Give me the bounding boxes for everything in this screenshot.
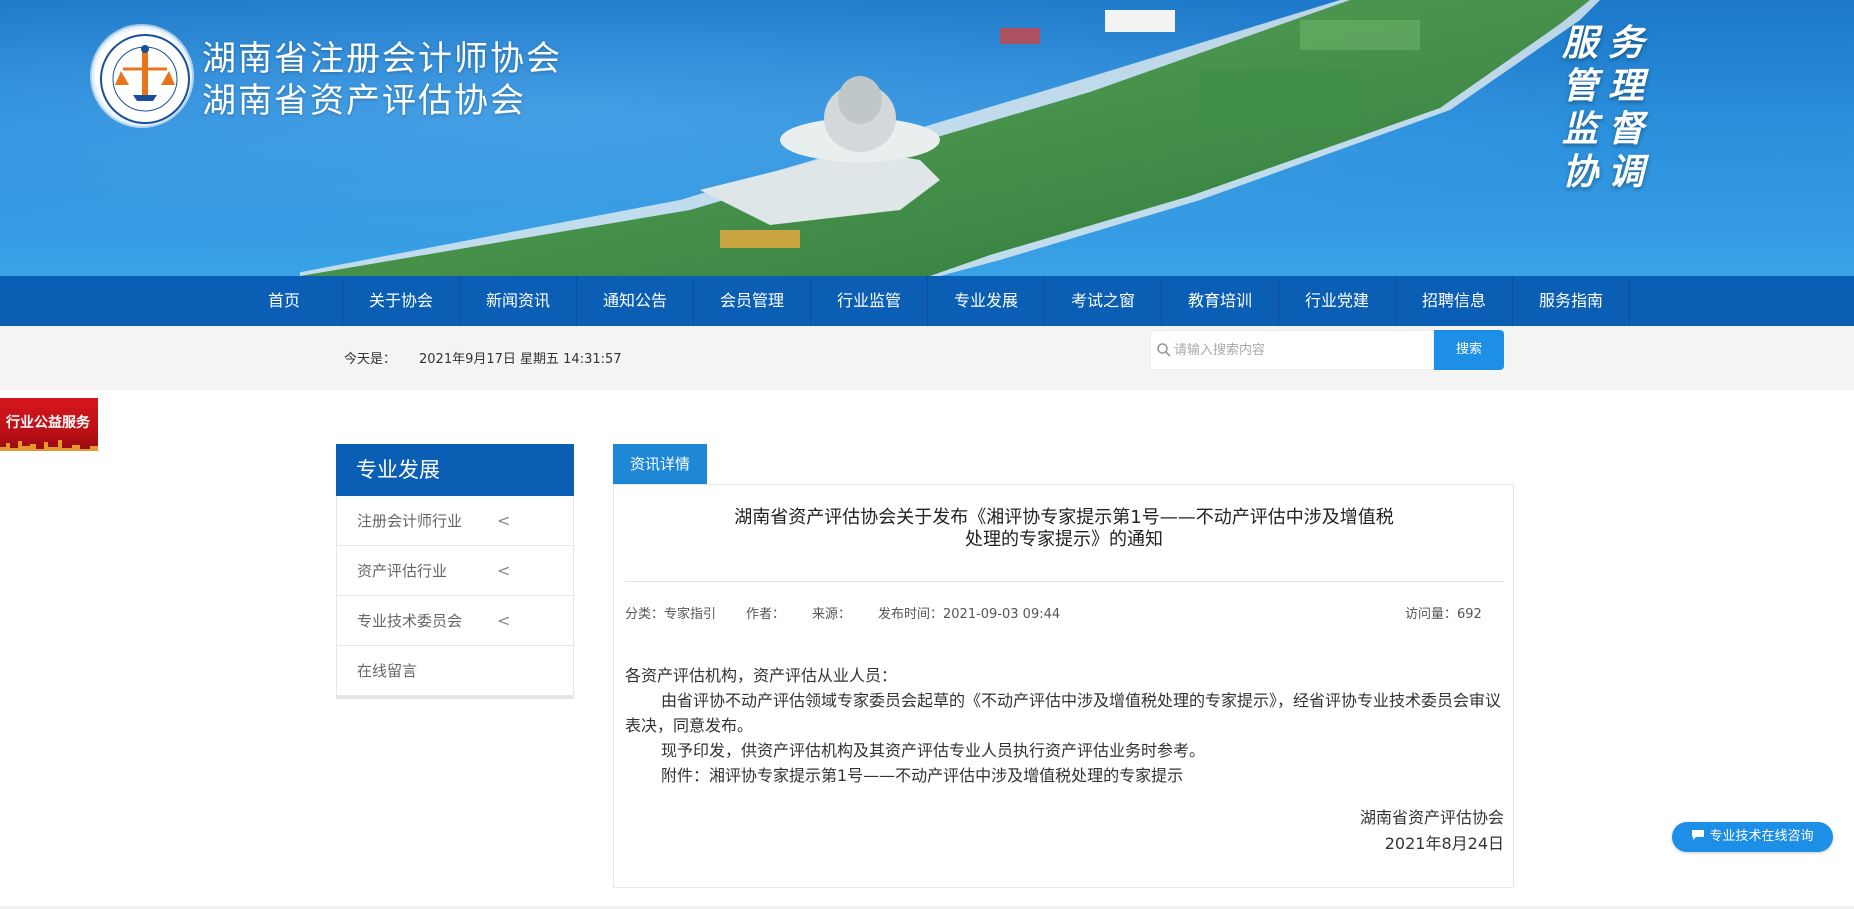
nav-item-party[interactable]: 行业党建 [1279,276,1396,326]
sidebar: 专业发展 注册会计师行业 < 资产评估行业 < 专业技术委员会 < 在线留言 [336,444,574,699]
sidebar-item-asset-appraisal[interactable]: 资产评估行业 < [336,546,574,596]
slogan-char: 监 [1561,108,1598,150]
slogan-char: 服 [1561,22,1598,64]
slogan-char: 管 [1561,65,1598,107]
sidebar-item-label: 注册会计师行业 [357,512,463,530]
site-name-line1: 湖南省注册会计师协会 [202,39,562,79]
slogan-char: 督 [1607,108,1644,150]
nav-item-members[interactable]: 会员管理 [694,276,811,326]
article-category: 分类：专家指引 [625,607,717,622]
article-views: 访问量：692 [1405,607,1482,622]
article-publish-time: 发布时间：2021-09-03 09:44 [878,607,1061,622]
nav-item-jobs[interactable]: 招聘信息 [1396,276,1513,326]
nav-item-training[interactable]: 教育培训 [1162,276,1279,326]
nav-item-professional[interactable]: 专业发展 [928,276,1045,326]
chevron-left-icon: < [497,561,511,580]
article-source: 来源： [812,607,852,622]
public-service-label: 行业公益服务 [6,415,90,431]
nav-item-supervision[interactable]: 行业监管 [811,276,928,326]
tab-news-detail[interactable]: 资讯详情 [613,444,707,484]
nav-item-news[interactable]: 新闻资讯 [460,276,577,326]
article-author: 作者： [746,607,786,622]
date-label: 今天是： [344,352,397,367]
nav-item-home[interactable]: 首页 [226,276,343,326]
slogan-char: 理 [1607,65,1644,107]
signature-org: 湖南省资产评估协会 [1359,808,1504,827]
article-signature: 湖南省资产评估协会 2021年8月24日 [1360,805,1504,857]
article-body: 各资产评估机构，资产评估从业人员： 由省评协不动产评估领域专家委员会起草的《不动… [625,663,1503,788]
article-divider [625,581,1504,582]
slogan-char: 协 [1561,151,1598,193]
logo-emblem-icon [100,34,190,124]
public-service-banner[interactable]: 行业公益服务 [0,398,98,451]
chevron-left-icon: < [497,511,511,530]
skyline-icon [0,440,98,451]
sidebar-item-label: 专业技术委员会 [357,612,463,630]
site-name: 湖南省注册会计师协会 湖南省资产评估协会 [202,38,562,122]
sidebar-item-tech-committee[interactable]: 专业技术委员会 < [336,596,574,646]
article-title-line1: 湖南省资产评估协会关于发布《湘评协专家提示第1号——不动产评估中涉及增值税 [734,507,1394,528]
chevron-left-icon: < [497,611,511,630]
slogan-char: 调 [1607,151,1644,193]
chat-bubble-icon [1692,830,1705,840]
main-nav: 首页 关于协会 新闻资讯 通知公告 会员管理 行业监管 专业发展 考试之窗 教育… [0,276,1854,326]
nav-list: 首页 关于协会 新闻资讯 通知公告 会员管理 行业监管 专业发展 考试之窗 教育… [226,276,1630,326]
sidebar-item-online-message[interactable]: 在线留言 [336,646,574,696]
sidebar-item-label: 资产评估行业 [357,562,448,580]
signature-date: 2021年8月24日 [1384,834,1504,853]
article-salutation: 各资产评估机构，资产评估从业人员： [625,666,898,685]
slogan: 服 务 管 理 监 督 协 调 [1560,22,1646,194]
sidebar-item-label: 在线留言 [357,662,418,680]
sidebar-divider [336,696,574,699]
online-consult-label: 专业技术在线咨询 [1709,829,1814,844]
info-bar: 今天是： 2021年9月17日 星期五 14:31:57 搜索 [0,326,1854,390]
sidebar-title: 专业发展 [336,444,574,496]
association-logo[interactable] [92,26,192,126]
search-button[interactable]: 搜索 [1434,330,1504,370]
article-paragraph: 现予印发，供资产评估机构及其资产评估专业人员执行资产评估业务时参考。 [661,741,1206,760]
nav-item-about[interactable]: 关于协会 [343,276,460,326]
site-name-line2: 湖南省资产评估协会 [202,81,526,121]
online-consult-button[interactable]: 专业技术在线咨询 [1672,822,1833,852]
article-title-line2: 处理的专家提示》的通知 [965,529,1163,550]
search-input[interactable] [1174,330,1432,370]
nav-item-exams[interactable]: 考试之窗 [1045,276,1162,326]
nav-item-guide[interactable]: 服务指南 [1513,276,1630,326]
search-icon [1157,343,1171,357]
current-date: 2021年9月17日 星期五 14:31:57 [419,352,622,367]
article-attachment[interactable]: 附件：湘评协专家提示第1号——不动产评估中涉及增值税处理的专家提示 [625,763,1503,788]
sidebar-item-cpa-industry[interactable]: 注册会计师行业 < [336,496,574,546]
article-title: 湖南省资产评估协会关于发布《湘评协专家提示第1号——不动产评估中涉及增值税 处理… [684,507,1444,551]
article-panel: 湖南省资产评估协会关于发布《湘评协专家提示第1号——不动产评估中涉及增值税 处理… [613,484,1514,888]
header-banner: 湖南省注册会计师协会 湖南省资产评估协会 服 务 管 理 监 督 协 调 [0,0,1854,276]
article-paragraph: 由省评协不动产评估领域专家委员会起草的《不动产评估中涉及增值税处理的专家提示》，… [625,691,1502,735]
slogan-char: 务 [1607,22,1644,64]
nav-item-notices[interactable]: 通知公告 [577,276,694,326]
